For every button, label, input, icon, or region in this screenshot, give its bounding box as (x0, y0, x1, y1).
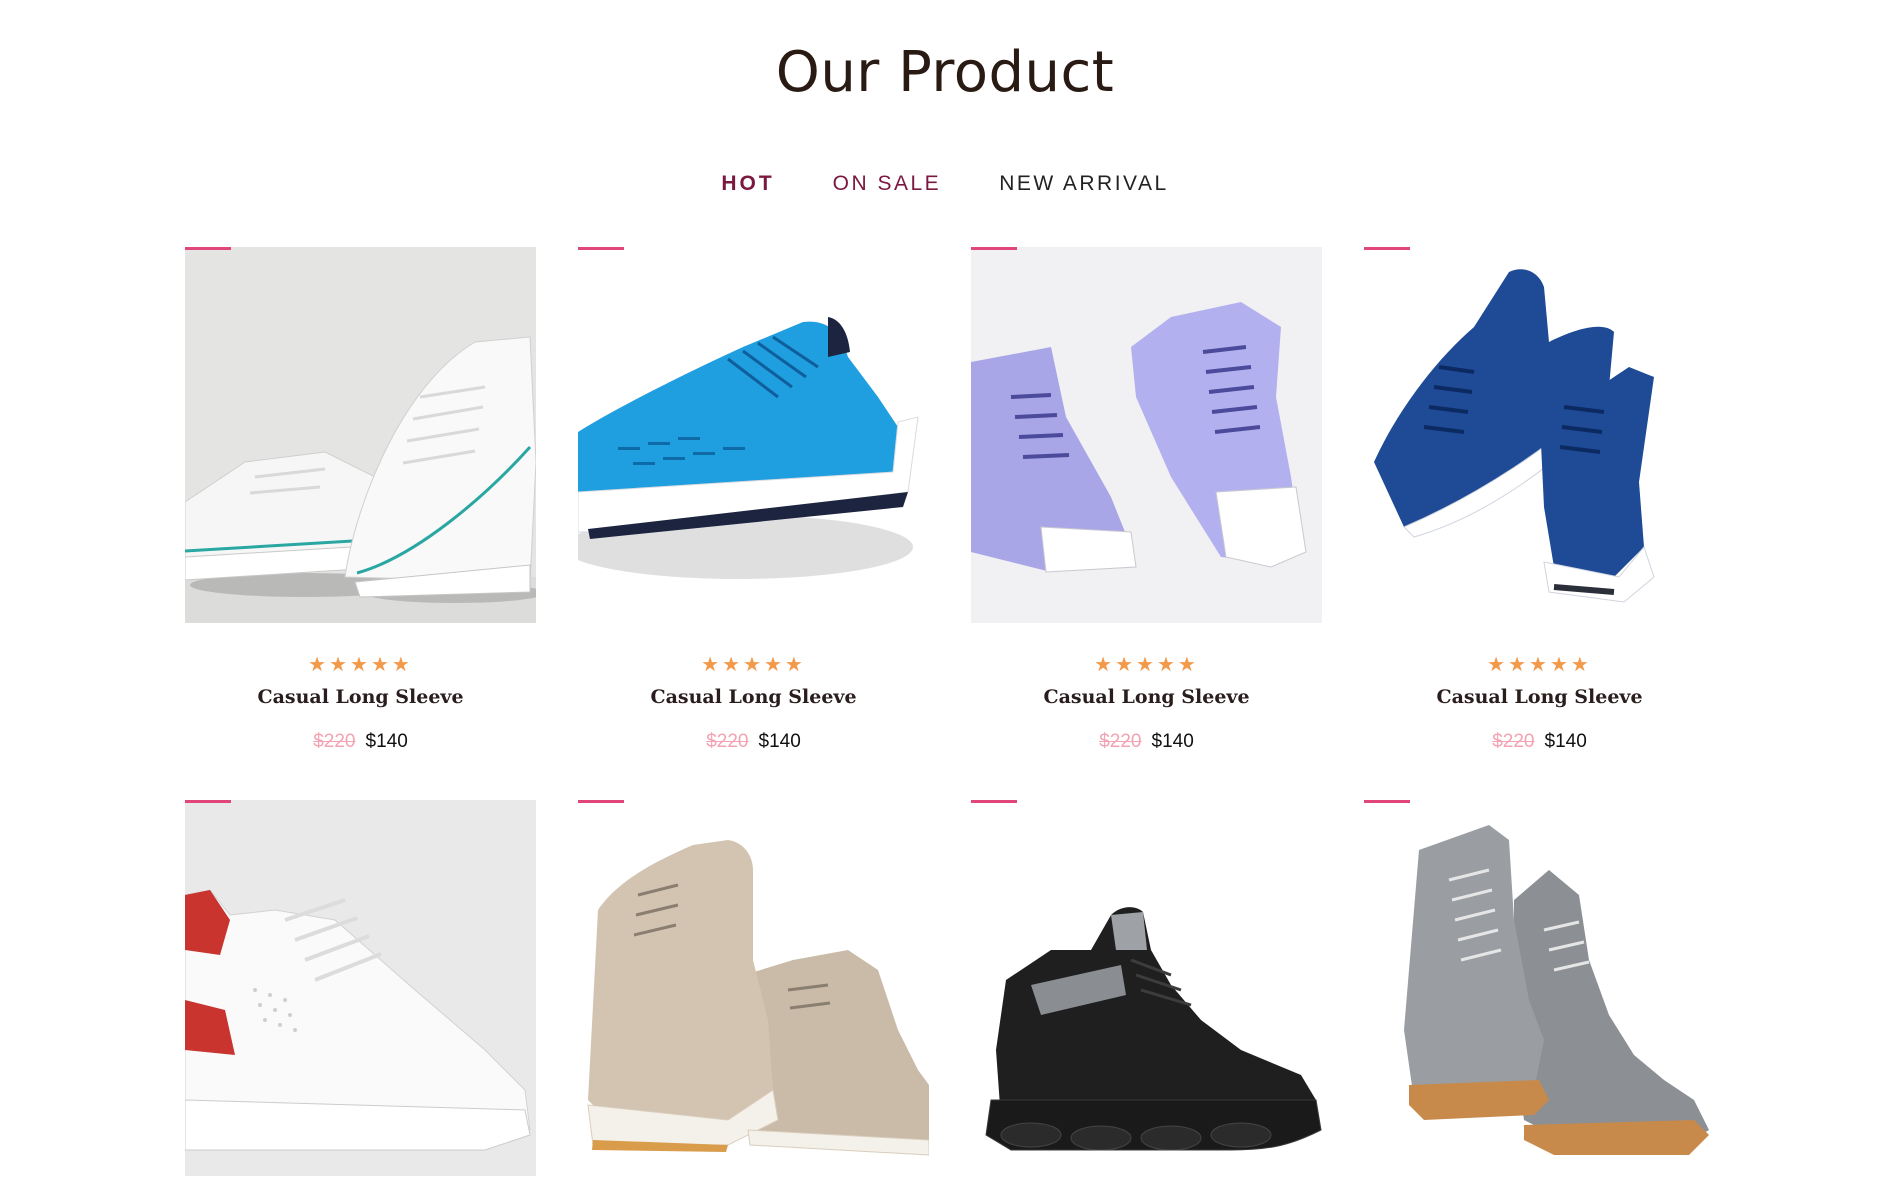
product-image-lavender-high-top-sneakers[interactable] (971, 247, 1322, 623)
product-name[interactable]: Casual Long Sleeve (1364, 686, 1715, 708)
tab-on-sale[interactable]: ON SALE (833, 172, 942, 196)
product-image-black-chunky-sneaker[interactable] (971, 800, 1322, 1176)
card-accent-line (578, 247, 624, 250)
blue-running-shoe-picture (578, 247, 929, 623)
tab-hot[interactable]: HOT (721, 172, 774, 196)
product-grid: ★★★★★ Casual Long Sleeve $220 $140 ★★★★★… (185, 247, 1715, 1180)
current-price: $140 (758, 731, 801, 752)
product-name[interactable]: Casual Long Sleeve (578, 686, 929, 708)
product-name[interactable]: Casual Long Sleeve (971, 686, 1322, 708)
card-accent-line (1364, 800, 1410, 803)
old-price: $220 (1099, 731, 1142, 752)
card-accent-line (578, 800, 624, 803)
white-leather-sneaker-picture (185, 800, 536, 1176)
black-chunky-sneaker-picture (971, 800, 1322, 1176)
current-price: $140 (1544, 731, 1587, 752)
rating-stars: ★★★★★ (701, 652, 806, 676)
current-price: $140 (365, 731, 408, 752)
card-accent-line (971, 800, 1017, 803)
product-card[interactable]: ★★★★★ Casual Long Sleeve $220 $140 (185, 247, 536, 800)
product-card[interactable]: ★★★★★ Casual Long Sleeve $220 $140 (1364, 247, 1715, 800)
card-accent-line (185, 247, 231, 250)
old-price: $220 (313, 731, 356, 752)
product-price: $220 $140 (185, 731, 536, 753)
product-card[interactable]: ★★★★★ Casual Long Sleeve $220 $140 (578, 247, 929, 800)
product-card[interactable]: ★★★★★ Casual Long Sleeve $220 $140 (971, 247, 1322, 800)
old-price: $220 (706, 731, 749, 752)
beige-suede-sneakers-picture (578, 800, 929, 1176)
product-name[interactable]: Casual Long Sleeve (185, 686, 536, 708)
card-accent-line (971, 247, 1017, 250)
card-accent-line (1364, 247, 1410, 250)
lavender-high-top-sneakers-picture (971, 247, 1322, 623)
product-image-white-canvas-sneakers[interactable] (185, 247, 536, 623)
product-image-beige-suede-sneakers[interactable] (578, 800, 929, 1176)
product-section: Our Product HOT ON SALE NEW ARRIVAL ★★★★… (0, 0, 1890, 1181)
product-card[interactable] (1364, 800, 1715, 1180)
navy-knit-sneakers-picture (1364, 247, 1715, 623)
product-price: $220 $140 (578, 731, 929, 753)
product-card[interactable] (185, 800, 536, 1180)
product-image-grey-suede-boots[interactable] (1364, 800, 1715, 1176)
product-price: $220 $140 (1364, 731, 1715, 753)
product-card[interactable] (578, 800, 929, 1180)
product-image-blue-running-shoe[interactable] (578, 247, 929, 623)
rating-stars: ★★★★★ (1094, 652, 1199, 676)
product-tabs: HOT ON SALE NEW ARRIVAL (0, 172, 1890, 196)
white-canvas-sneakers-picture (185, 247, 536, 623)
card-accent-line (185, 800, 231, 803)
product-image-white-leather-sneaker[interactable] (185, 800, 536, 1176)
section-title: Our Product (775, 40, 1115, 105)
grey-suede-boots-picture (1364, 800, 1715, 1176)
product-image-navy-knit-sneakers[interactable] (1364, 247, 1715, 623)
tab-new-arrival[interactable]: NEW ARRIVAL (999, 172, 1168, 196)
rating-stars: ★★★★★ (308, 652, 413, 676)
rating-stars: ★★★★★ (1487, 652, 1592, 676)
product-card[interactable] (971, 800, 1322, 1180)
current-price: $140 (1151, 731, 1194, 752)
old-price: $220 (1492, 731, 1535, 752)
product-price: $220 $140 (971, 731, 1322, 753)
